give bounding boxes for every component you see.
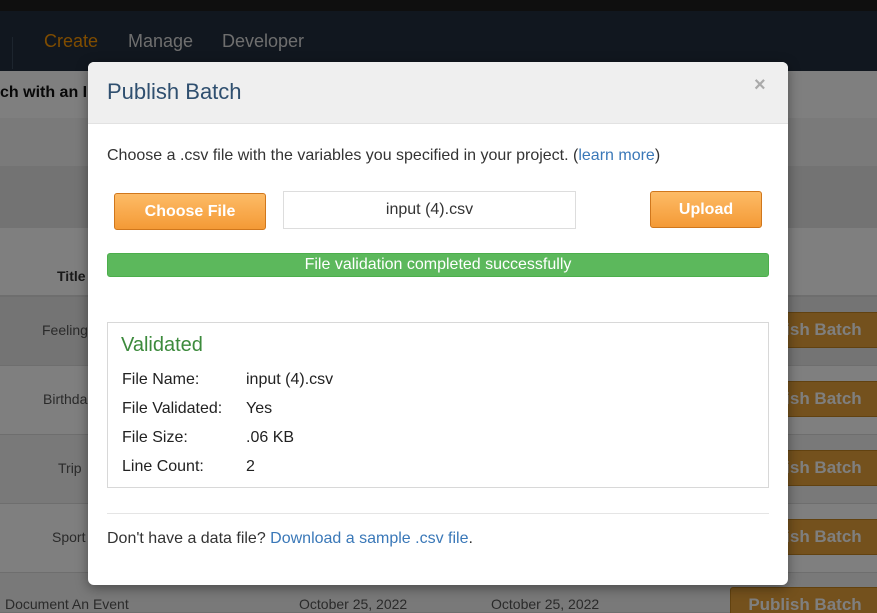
upload-button[interactable]: Upload — [650, 191, 762, 228]
footer-end: . — [468, 530, 473, 547]
info-row-file-name: File Name: input (4).csv — [122, 371, 333, 389]
info-label: File Size: — [122, 429, 188, 446]
info-label: File Validated: — [122, 400, 223, 417]
info-value: input (4).csv — [246, 371, 334, 388]
download-sample-link[interactable]: Download a sample .csv file — [270, 530, 468, 547]
info-value: Yes — [246, 400, 273, 417]
info-value: 2 — [246, 458, 255, 475]
footer-text: Don't have a data file? Download a sampl… — [107, 530, 473, 548]
publish-batch-modal: Publish Batch × Choose a .csv file with … — [88, 62, 788, 585]
info-value: .06 KB — [246, 429, 295, 446]
instruction-end: ) — [654, 147, 661, 164]
close-icon[interactable]: × — [754, 74, 766, 97]
info-row-file-validated: File Validated: Yes — [122, 400, 272, 418]
footer-label: Don't have a data file? — [107, 530, 271, 547]
info-label: Line Count: — [122, 458, 204, 475]
learn-more-link[interactable]: learn more — [578, 147, 654, 164]
instruction-text: Choose a .csv file with the variables yo… — [107, 147, 660, 165]
validated-heading: Validated — [121, 334, 203, 356]
info-row-line-count: Line Count: 2 — [122, 458, 255, 476]
choose-file-button[interactable]: Choose File — [114, 193, 266, 230]
modal-header: Publish Batch × — [88, 62, 788, 124]
modal-title: Publish Batch — [107, 79, 242, 104]
info-label: File Name: — [122, 371, 200, 388]
footer-divider — [107, 513, 769, 514]
instruction-label: Choose a .csv file with the variables yo… — [107, 147, 579, 164]
validation-progress-bar: File validation completed successfully — [107, 253, 769, 277]
selected-file-field[interactable]: input (4).csv — [283, 191, 576, 229]
info-row-file-size: File Size: .06 KB — [122, 429, 294, 447]
validated-panel: Validated File Name: input (4).csv File V… — [107, 322, 769, 488]
